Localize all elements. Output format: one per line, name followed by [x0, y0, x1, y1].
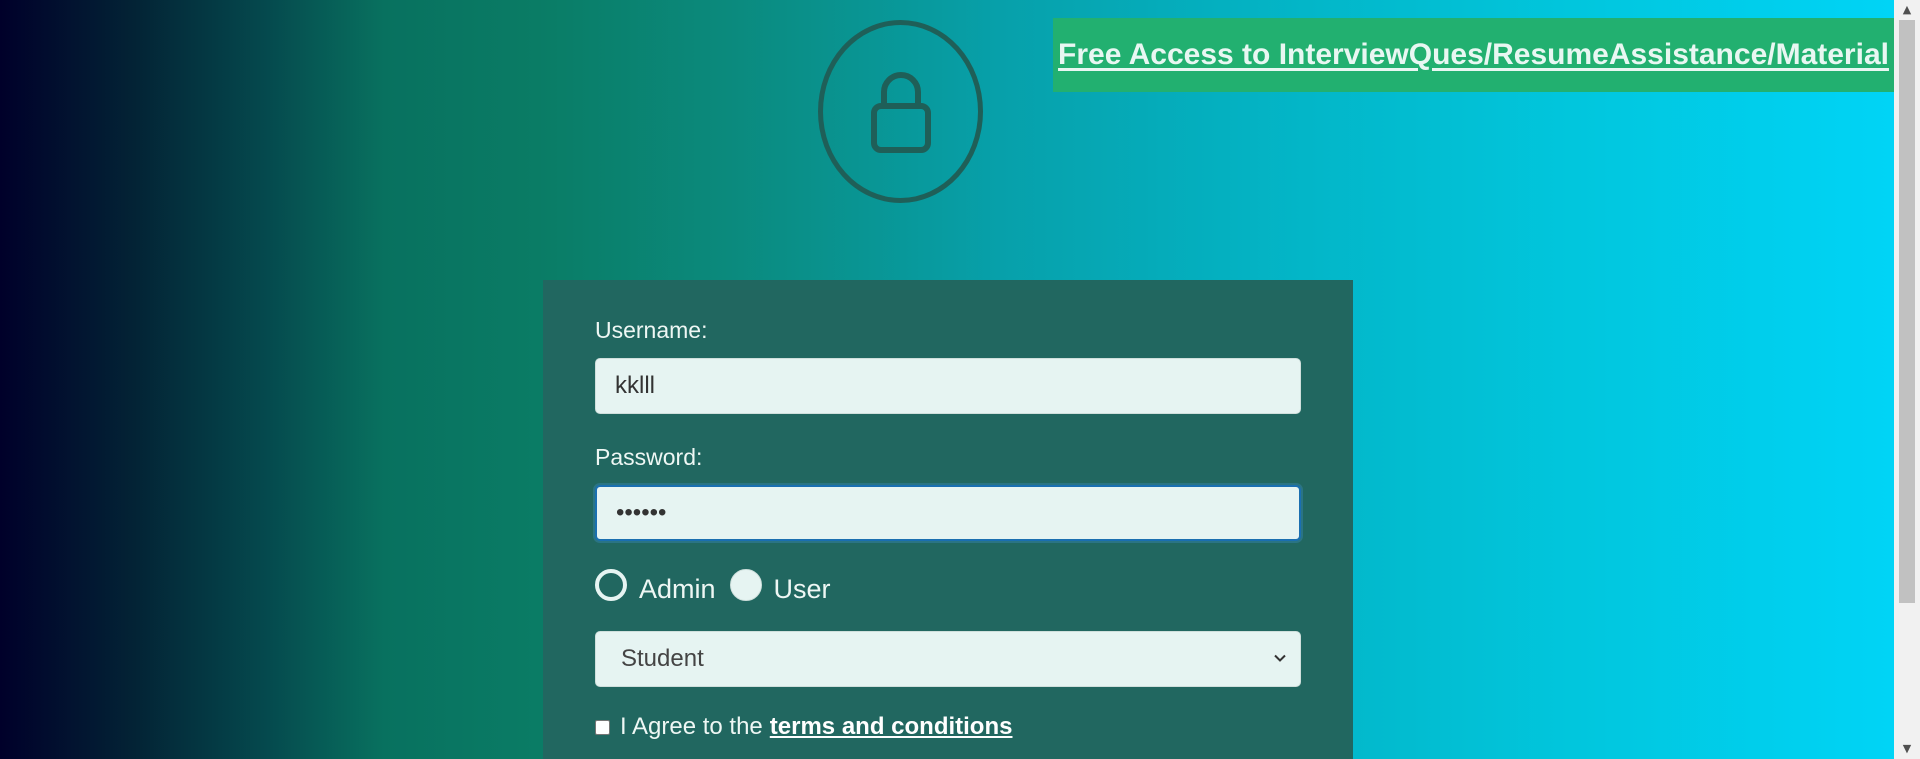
- agree-label: I Agree to the: [620, 713, 763, 740]
- admin-radio-label: Admin: [639, 573, 716, 604]
- scroll-thumb[interactable]: [1899, 20, 1915, 603]
- login-page: Free Access to InterviewQues/ResumeAssis…: [0, 0, 1894, 759]
- password-input[interactable]: [595, 485, 1301, 541]
- scroll-down-icon[interactable]: ▼: [1894, 739, 1920, 759]
- username-label: Username:: [595, 317, 708, 343]
- terms-agreement: I Agree to the terms and conditions: [595, 713, 1012, 741]
- free-access-link[interactable]: Free Access to InterviewQues/ResumeAssis…: [1058, 38, 1889, 72]
- user-radio[interactable]: [729, 569, 762, 601]
- vertical-scrollbar[interactable]: ▲ ▼: [1894, 0, 1920, 759]
- category-select-value: Student: [621, 645, 704, 672]
- user-radio-label: User: [773, 573, 831, 604]
- scroll-up-icon[interactable]: ▲: [1894, 0, 1920, 20]
- category-select[interactable]: Student: [595, 631, 1301, 687]
- role-radio-group: Admin User: [595, 565, 845, 605]
- password-label: Password:: [595, 444, 703, 470]
- chevron-down-icon: [1272, 650, 1288, 669]
- free-access-banner: Free Access to InterviewQues/ResumeAssis…: [1053, 18, 1894, 92]
- admin-radio[interactable]: [595, 569, 627, 601]
- username-input[interactable]: [595, 358, 1301, 414]
- lock-icon: [818, 20, 983, 203]
- agree-checkbox[interactable]: [595, 719, 610, 735]
- login-form: Username: Password: Admin User Student I…: [543, 280, 1353, 759]
- terms-link[interactable]: terms and conditions: [770, 713, 1013, 741]
